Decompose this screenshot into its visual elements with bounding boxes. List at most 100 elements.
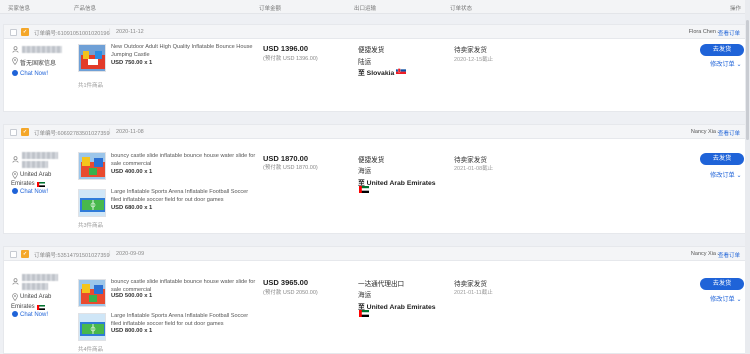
order-amount: USD 1870.00 [263,154,309,163]
order-checkbox[interactable] [10,29,17,36]
buyer-country: United Arab [20,294,52,300]
chat-now-button[interactable]: Chat Now! [12,188,48,195]
status-deadline: 2020-12-15截止 [454,57,494,63]
order-card: ✓ 订单编号:5351479150102735​9 | 2020-09-09 N… [3,246,747,354]
user-icon [12,46,19,53]
product-thumbnail[interactable] [78,189,106,217]
product-thumbnail[interactable] [78,44,106,72]
order-date: 2020-11-08 [116,129,144,135]
buyer-name-blurred [22,46,62,53]
product-price: USD 680.00 x 1 [111,205,153,211]
shipping-mode: 海运 [358,168,372,175]
order-card: ✓ 订单编号:6069278350102735​9 | 2020-11-08 N… [3,124,747,234]
product-price: USD 800.00 x 1 [111,328,153,334]
trade-assurance-icon: ✓ [21,128,29,136]
buyer-name-blurred [22,274,58,281]
col-buyer: 买家信息 [8,6,31,12]
edit-order-link[interactable]: 修改订单 ⌄ [710,294,742,303]
col-amount: 订单金额 [259,6,282,12]
col-product: 产品信息 [74,6,97,12]
agent-select[interactable]: Nancy Xia [691,251,716,257]
order-number[interactable]: 订单编号:6069278350102735​9 [34,129,110,137]
chat-now-button[interactable]: Chat Now! [12,70,48,77]
product-thumbnail[interactable] [78,152,106,180]
trade-assurance-icon: ✓ [21,28,29,36]
order-header: ✓ 订单编号:5351479150102735​9 | 2020-09-09 N… [4,247,746,261]
shipping-method: 一达通代理出口 [358,281,405,288]
buyer-country-line2: Emirates [11,181,35,187]
ship-button[interactable]: 去发货 [700,44,744,56]
order-checkbox[interactable] [10,251,17,258]
uae-flag-icon [37,305,45,310]
order-header: ✓ 订单编号:6069278350102735​9 | 2020-11-08 N… [4,125,746,139]
prepayment: (预付款 USD 2050.00) [263,290,318,296]
shipping-mode: 海运 [358,292,372,299]
product-title[interactable]: Large Inflatable Sports Arena Inflatable… [111,312,259,328]
item-count: 共4件商品 [78,347,104,353]
order-amount: USD 3965.00 [263,278,309,287]
order-status: 待卖家发货 [454,281,487,288]
order-checkbox[interactable] [10,129,17,136]
item-count: 共3件商品 [78,223,104,229]
order-status: 待卖家发货 [454,47,487,54]
product-title[interactable]: bouncy castle slide inflatable bounce ho… [111,152,259,168]
ship-destination: 至 United Arab Emirates [358,304,436,311]
order-number[interactable]: 订单编号:5351479150102735​9 [34,251,110,259]
product-price: USD 750.00 x 1 [111,60,153,66]
ship-destination: 至 Slovakia [358,70,395,77]
slovakia-flag-icon [396,67,406,74]
product-thumbnail[interactable] [78,313,106,341]
scrollbar-thumb[interactable] [746,20,749,140]
status-deadline: 2021-01-08截止 [454,166,494,172]
prepayment: (预付款 USD 1870.00) [263,165,318,171]
prepayment: (预付款 USD 1396.00) [263,56,318,62]
scrollbar[interactable] [745,0,750,354]
ship-button[interactable]: 去发货 [700,153,744,165]
buyer-country: 暂无国家信息 [20,61,57,67]
table-header: 买家信息 产品信息 订单金额 出口运输 订单状态 操作 [0,0,750,14]
chat-icon [12,311,18,317]
product-title[interactable]: Large Inflatable Sports Arena Inflatable… [111,188,259,204]
agent-select[interactable]: Flora Chen [689,29,716,35]
uae-flag-icon [359,186,369,193]
product-price: USD 500.00 x 1 [111,293,153,299]
trade-assurance-icon: ✓ [21,250,29,258]
product-title[interactable]: bouncy castle slide inflatable bounce ho… [111,278,259,294]
order-date: 2020-11-12 [116,29,144,35]
ship-button[interactable]: 去发货 [700,278,744,290]
order-number[interactable]: 订单编号:6109105100102019​6 [34,29,110,37]
buyer-name-blurred [22,152,58,159]
col-status: 订单状态 [450,6,473,12]
item-count: 共1件商品 [78,83,104,89]
user-icon [12,278,19,285]
edit-order-link[interactable]: 修改订单 ⌄ [710,59,742,68]
chat-icon [12,70,18,76]
view-order-link[interactable]: 查看订单 [718,129,740,137]
edit-order-link[interactable]: 修改订单 ⌄ [710,170,742,179]
shipping-mode: 陆运 [358,59,372,66]
shipping-method: 便捷发货 [358,157,385,164]
location-pin-icon [12,57,18,65]
order-date: 2020-09-09 [116,251,145,257]
ship-destination: 至 United Arab Emirates [358,180,436,187]
location-pin-icon [12,171,18,179]
order-header: ✓ 订单编号:6109105100102019​6 | 2020-11-12 F… [4,25,746,39]
agent-select[interactable]: Nancy Xia [691,129,716,135]
buyer-country: United Arab [20,172,52,178]
uae-flag-icon [359,310,369,317]
buyer-name-blurred [22,161,48,168]
shipping-method: 便捷发货 [358,47,385,54]
chat-now-button[interactable]: Chat Now! [12,311,48,318]
view-order-link[interactable]: 查看订单 [718,29,740,37]
product-title[interactable]: New Outdoor Adult High Quality Inflatabl… [111,43,259,59]
view-order-link[interactable]: 查看订单 [718,251,740,259]
order-amount: USD 1396.00 [263,44,309,53]
order-status: 待卖家发货 [454,157,487,164]
product-thumbnail[interactable] [78,279,106,307]
chat-icon [12,188,18,194]
order-card: ✓ 订单编号:6109105100102019​6 | 2020-11-12 F… [3,24,747,112]
col-shipping: 出口运输 [354,6,377,12]
buyer-name-blurred [22,283,48,290]
buyer-country-line2: Emirates [11,304,35,310]
status-deadline: 2021-01-11截止 [454,290,493,296]
